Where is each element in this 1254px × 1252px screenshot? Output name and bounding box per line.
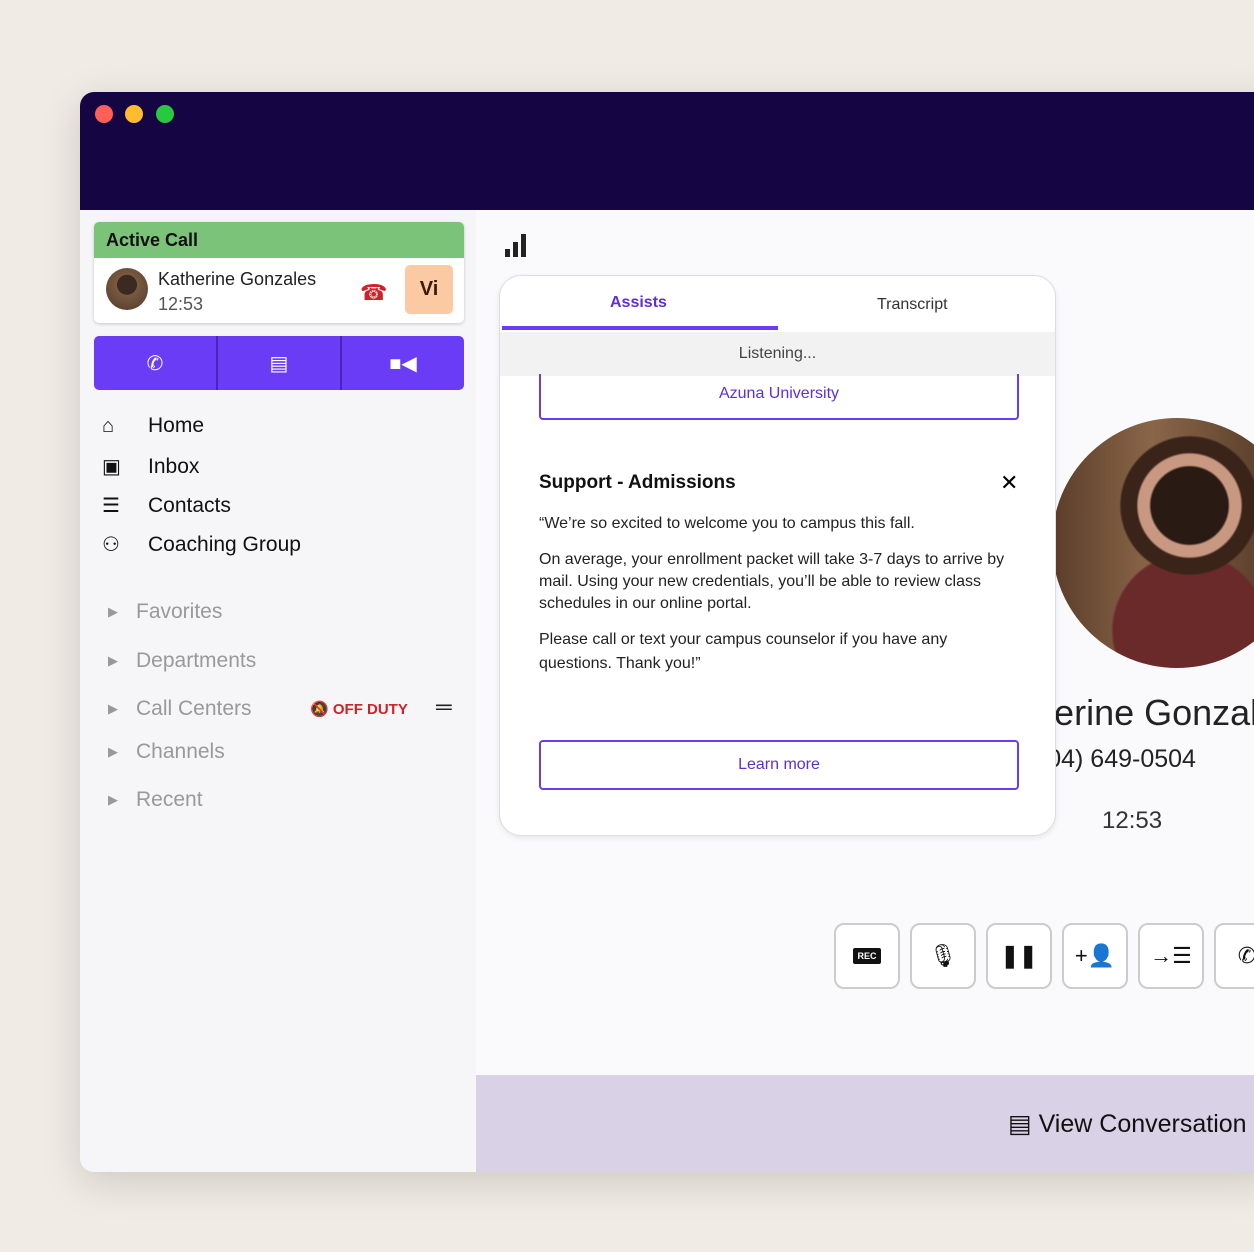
off-duty-status[interactable]: 🔕 OFF DUTY: [310, 700, 408, 718]
assist-paragraph: Please call or text your campus counselo…: [539, 631, 948, 672]
expand-icon: ▶: [108, 653, 118, 668]
mute-button[interactable]: 🎙: [910, 923, 976, 989]
nav-home[interactable]: ⌂ Home: [102, 414, 204, 438]
expand-icon: ▶: [108, 701, 118, 716]
active-tab-indicator: [502, 326, 778, 330]
caller-name: Katherine Gonzales: [158, 269, 317, 289]
contact-photo: [1052, 418, 1254, 668]
nav-label: Home: [148, 414, 205, 437]
app-window: Active Call Katherine Gonzales 12:53 ☎ V…: [80, 92, 1254, 1172]
add-person-icon: +👤: [1074, 943, 1116, 968]
assist-panel: Assists Transcript Listening... Azuna Un…: [499, 275, 1056, 836]
maximize-window-button[interactable]: [156, 105, 174, 123]
expand-icon: ▶: [108, 792, 118, 807]
video-button[interactable]: ■◀: [340, 336, 464, 390]
nav-label: Inbox: [148, 454, 200, 478]
close-window-button[interactable]: [95, 105, 113, 123]
signal-icon: [505, 234, 526, 257]
microphone-icon: 🎙: [929, 943, 957, 968]
view-conversation-label: View Conversation: [1038, 1110, 1247, 1138]
nav-label: Contacts: [148, 493, 231, 517]
group-label: Channels: [136, 740, 225, 763]
contact-call-time: 12:53: [1102, 807, 1163, 834]
coaching-group-icon: ⚇: [102, 534, 120, 556]
assist-title: Support - Admissions: [539, 472, 736, 493]
drag-handle-icon[interactable]: ═: [436, 694, 452, 720]
home-icon: ⌂: [102, 414, 115, 437]
active-call-card[interactable]: Active Call Katherine Gonzales 12:53 ☎ V…: [94, 222, 464, 323]
transfer-call-button[interactable]: ✆: [1214, 923, 1254, 989]
phone-transfer-icon: ✆: [1237, 943, 1254, 968]
group-label: Favorites: [136, 600, 223, 623]
add-participant-button[interactable]: +👤: [1062, 923, 1128, 989]
learn-more-button[interactable]: Learn more: [539, 740, 1019, 790]
transfer-queue-button[interactable]: →☰: [1138, 923, 1204, 989]
avatar: [106, 268, 148, 310]
expand-icon: ▶: [108, 604, 118, 619]
rec-icon: REC: [853, 948, 881, 964]
pause-icon: ❚❚: [1000, 943, 1038, 968]
group-departments[interactable]: ▶ Departments: [108, 649, 256, 673]
message-button[interactable]: ▤: [216, 336, 340, 390]
tab-transcript[interactable]: Transcript: [877, 296, 948, 314]
group-recent[interactable]: ▶ Recent: [108, 788, 203, 812]
phone-icon: ✆: [146, 352, 164, 375]
nav-contacts[interactable]: ☰ Contacts: [102, 493, 231, 518]
video-icon: ■◀: [389, 352, 417, 375]
view-conversation-button[interactable]: ▤ View Conversation: [1008, 1109, 1247, 1139]
group-call-centers[interactable]: ▶ Call Centers: [108, 697, 252, 721]
record-button[interactable]: REC: [834, 923, 900, 989]
group-label: Recent: [136, 788, 203, 811]
arrow-list-icon: →☰: [1150, 943, 1192, 968]
nav-inbox[interactable]: ▣ Inbox: [102, 454, 199, 479]
phone-button[interactable]: ✆: [94, 336, 216, 390]
message-icon: ▤: [269, 352, 289, 375]
tab-assists[interactable]: Assists: [610, 294, 667, 312]
listening-status: Listening...: [500, 332, 1055, 376]
expand-icon: ▶: [108, 744, 118, 759]
sidebar: Active Call Katherine Gonzales 12:53 ☎ V…: [80, 210, 476, 1172]
title-bar: [80, 92, 1254, 210]
vi-badge[interactable]: Vi: [405, 265, 453, 314]
minimize-window-button[interactable]: [125, 105, 143, 123]
hold-button[interactable]: ❚❚: [986, 923, 1052, 989]
close-icon[interactable]: ✕: [1000, 470, 1018, 496]
status-label: OFF DUTY: [332, 701, 408, 718]
call-time: 12:53: [158, 294, 204, 314]
contacts-icon: ☰: [102, 495, 120, 517]
nav-coaching-group[interactable]: ⚇ Coaching Group: [102, 532, 301, 557]
azuna-university-button[interactable]: Azuna University: [539, 374, 1019, 420]
assist-paragraph: On average, your enrollment packet will …: [539, 551, 1005, 612]
hangup-icon[interactable]: ☎: [360, 280, 387, 306]
group-favorites[interactable]: ▶ Favorites: [108, 600, 222, 624]
bell-off-icon: 🔕: [310, 701, 329, 718]
group-label: Departments: [136, 649, 257, 672]
inbox-icon: ▣: [102, 456, 121, 478]
group-channels[interactable]: ▶ Channels: [108, 740, 225, 764]
bottom-bar: ▤ View Conversation: [476, 1075, 1254, 1172]
assist-paragraph: “We’re so excited to welcome you to camp…: [539, 515, 915, 532]
call-action-bar: ✆ ▤ ■◀: [94, 336, 464, 390]
nav-label: Coaching Group: [148, 532, 301, 556]
active-call-header: Active Call: [94, 222, 464, 258]
group-label: Call Centers: [136, 697, 252, 720]
chat-icon: ▤: [1008, 1110, 1032, 1138]
